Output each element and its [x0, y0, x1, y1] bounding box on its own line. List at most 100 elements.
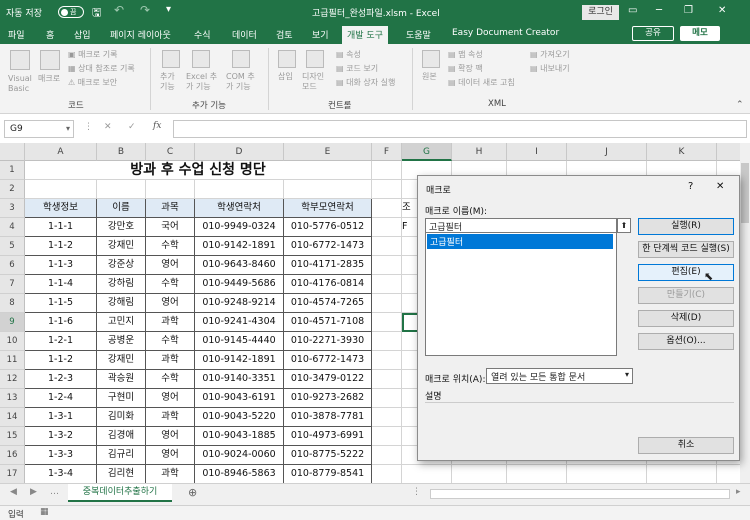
addins-icon[interactable]: [162, 50, 180, 68]
row-header[interactable]: 9: [0, 313, 25, 332]
col-header-b[interactable]: B: [97, 143, 146, 161]
table-header[interactable]: 과목: [146, 199, 195, 218]
table-cell[interactable]: 010-9043-6191: [195, 389, 284, 408]
table-cell[interactable]: 1-1-2: [25, 351, 97, 370]
table-cell[interactable]: 1-1-5: [25, 294, 97, 313]
enter-formula-icon[interactable]: ✓: [128, 122, 136, 132]
row-header[interactable]: 4: [0, 218, 25, 237]
row-header[interactable]: 3: [0, 199, 25, 218]
row-header[interactable]: 5: [0, 237, 25, 256]
row-header[interactable]: 6: [0, 256, 25, 275]
grid-cell[interactable]: [372, 332, 402, 351]
macro-security-button[interactable]: ⚠ 매크로 보안: [68, 78, 117, 88]
grid-cell[interactable]: [372, 313, 402, 332]
import-button[interactable]: ▤ 가져오기: [530, 50, 570, 60]
col-header-c[interactable]: C: [146, 143, 195, 161]
table-cell[interactable]: 010-4973-6991: [284, 427, 372, 446]
table-cell[interactable]: 영어: [146, 446, 195, 465]
tab-insert[interactable]: 삽입: [74, 28, 91, 41]
table-cell[interactable]: 1-1-3: [25, 256, 97, 275]
table-cell[interactable]: 010-9248-9214: [195, 294, 284, 313]
table-cell[interactable]: 과학: [146, 465, 195, 483]
map-properties-button[interactable]: ▤ 맵 속성: [448, 50, 483, 60]
row-header[interactable]: 14: [0, 408, 25, 427]
share-button[interactable]: 공유: [632, 26, 674, 41]
customize-qat-icon[interactable]: ▾: [166, 4, 171, 15]
grid-cell[interactable]: [372, 465, 402, 483]
table-cell[interactable]: 김미화: [97, 408, 146, 427]
xml-source-icon[interactable]: [422, 50, 440, 68]
edit-button[interactable]: 편집(E): [638, 264, 734, 281]
autosave-toggle[interactable]: 끔: [58, 6, 84, 18]
table-cell[interactable]: 010-3479-0122: [284, 370, 372, 389]
table-cell[interactable]: 1-2-1: [25, 332, 97, 351]
table-cell[interactable]: 010-4574-7265: [284, 294, 372, 313]
collapse-ribbon-icon[interactable]: ⌃: [736, 100, 744, 110]
row-header[interactable]: 10: [0, 332, 25, 351]
record-macro-button[interactable]: ▣ 매크로 기록: [68, 50, 117, 60]
close-button[interactable]: ✕: [718, 5, 726, 16]
row-header[interactable]: 17: [0, 465, 25, 483]
tab-help[interactable]: 도움말: [406, 28, 431, 41]
col-header-k[interactable]: K: [647, 143, 717, 161]
table-cell[interactable]: 강준상: [97, 256, 146, 275]
undo-icon[interactable]: ↶: [114, 3, 124, 17]
table-cell[interactable]: 김리현: [97, 465, 146, 483]
table-cell[interactable]: 010-8779-8541: [284, 465, 372, 483]
add-sheet-icon[interactable]: ⊕: [188, 486, 197, 499]
com-addins-button[interactable]: COM 추가 기능: [226, 72, 262, 92]
table-cell[interactable]: 010-9949-0324: [195, 218, 284, 237]
table-cell[interactable]: 1-3-3: [25, 446, 97, 465]
grid-cell[interactable]: [452, 465, 507, 483]
table-cell[interactable]: 과학: [146, 313, 195, 332]
table-cell[interactable]: 010-2271-3930: [284, 332, 372, 351]
table-cell[interactable]: 김규리: [97, 446, 146, 465]
table-cell[interactable]: 강만호: [97, 218, 146, 237]
name-box[interactable]: G9 ▾: [4, 120, 74, 138]
row-header[interactable]: 15: [0, 427, 25, 446]
login-button[interactable]: 로그인: [582, 5, 619, 20]
table-cell[interactable]: 010-4171-2835: [284, 256, 372, 275]
xml-source-button[interactable]: 원본: [422, 72, 437, 82]
macro-icon[interactable]: [40, 50, 60, 70]
col-header-a[interactable]: A: [25, 143, 97, 161]
accessibility-icon[interactable]: ▦: [40, 507, 49, 517]
tab-easy-document-creator[interactable]: Easy Document Creator: [452, 28, 559, 38]
table-cell[interactable]: 010-8946-5863: [195, 465, 284, 483]
row-header[interactable]: 1: [0, 161, 25, 180]
table-header[interactable]: 학부모연락처: [284, 199, 372, 218]
properties-button[interactable]: ▤ 속성: [336, 50, 361, 60]
table-cell[interactable]: 과학: [146, 408, 195, 427]
insert-function-icon[interactable]: fx: [153, 121, 161, 131]
table-cell[interactable]: 010-8775-5222: [284, 446, 372, 465]
tab-developer[interactable]: 개발 도구: [342, 26, 388, 44]
table-cell[interactable]: 영어: [146, 256, 195, 275]
table-cell[interactable]: 010-9643-8460: [195, 256, 284, 275]
table-cell[interactable]: 공병운: [97, 332, 146, 351]
cancel-button[interactable]: 취소: [638, 437, 734, 454]
expansion-packs-button[interactable]: ▤ 확장 팩: [448, 64, 483, 74]
table-cell[interactable]: 010-3878-7781: [284, 408, 372, 427]
run-dialog-button[interactable]: ▤ 대화 상자 실행: [336, 78, 395, 88]
minimize-button[interactable]: ─: [656, 5, 662, 16]
cancel-formula-icon[interactable]: ✕: [104, 122, 112, 132]
col-header-l[interactable]: [717, 143, 740, 161]
table-cell[interactable]: 1-3-1: [25, 408, 97, 427]
grid-cell[interactable]: [372, 446, 402, 465]
table-cell[interactable]: 010-9145-4440: [195, 332, 284, 351]
row-header[interactable]: 16: [0, 446, 25, 465]
sheet-tab-active[interactable]: 중복데이터추출하기: [68, 484, 172, 502]
excel-addins-icon[interactable]: [192, 50, 210, 68]
table-cell[interactable]: 1-3-4: [25, 465, 97, 483]
grid-cell[interactable]: [402, 465, 452, 483]
grid-cell[interactable]: [372, 180, 402, 199]
col-header-d[interactable]: D: [195, 143, 284, 161]
addins-button[interactable]: 추가 기능: [160, 72, 182, 92]
table-cell[interactable]: 010-6772-1473: [284, 237, 372, 256]
macro-list-item[interactable]: 고급필터: [427, 234, 613, 249]
table-cell[interactable]: 010-9043-5220: [195, 408, 284, 427]
col-header-i[interactable]: I: [507, 143, 567, 161]
table-cell[interactable]: 영어: [146, 427, 195, 446]
table-cell[interactable]: 1-1-2: [25, 237, 97, 256]
grid-cell[interactable]: [507, 465, 567, 483]
